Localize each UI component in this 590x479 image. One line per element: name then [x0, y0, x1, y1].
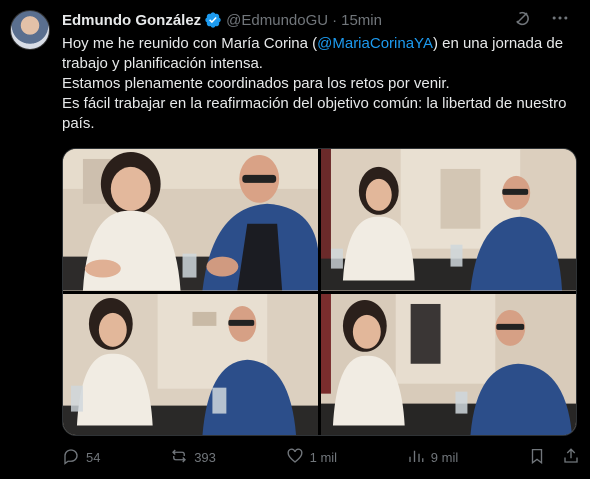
- tweet-line: Estamos plenamente coordinados para los …: [62, 75, 450, 92]
- tweet-text: Hoy me he reunido con María Corina (@Mar…: [62, 34, 574, 134]
- share-icon[interactable]: [562, 447, 580, 468]
- like-icon: [286, 447, 304, 468]
- repost-icon: [170, 447, 188, 468]
- author-handle[interactable]: @EdmundoGU: [226, 12, 328, 29]
- tweet[interactable]: Edmundo González @EdmundoGU · 15min Hoy …: [0, 0, 590, 479]
- like-button[interactable]: 1 mil: [286, 447, 337, 468]
- mention-link[interactable]: @MariaCorinaYA: [317, 35, 433, 52]
- separator-dot: ·: [332, 11, 338, 29]
- timestamp[interactable]: 15min: [341, 12, 382, 29]
- tweet-text-part: Hoy me he reunido con María Corina (: [62, 35, 318, 52]
- verified-badge-icon: [204, 11, 222, 29]
- photo-1[interactable]: [63, 149, 318, 291]
- reply-count: 54: [86, 450, 101, 465]
- tweet-header: Edmundo González @EdmundoGU · 15min: [62, 10, 574, 30]
- grok-icon[interactable]: [512, 8, 532, 32]
- photo-3[interactable]: [63, 293, 318, 435]
- views-count: 9 mil: [430, 450, 459, 465]
- author-name[interactable]: Edmundo González: [62, 12, 201, 29]
- views-icon: [407, 447, 425, 468]
- reply-icon: [62, 447, 80, 468]
- photo-4[interactable]: [321, 293, 576, 435]
- media-grid: [62, 148, 577, 436]
- like-count: 1 mil: [309, 450, 338, 465]
- views-button[interactable]: 9 mil: [407, 447, 458, 468]
- reply-button[interactable]: 54: [62, 447, 100, 468]
- repost-button[interactable]: 393: [170, 447, 216, 468]
- more-icon[interactable]: [550, 8, 570, 32]
- photo-2[interactable]: [321, 149, 576, 291]
- avatar[interactable]: [10, 10, 50, 50]
- tweet-line: Es fácil trabajar en la reafirmación del…: [62, 95, 567, 132]
- action-bar: 54 393 1 mil 9 mil: [62, 447, 580, 468]
- bookmark-icon[interactable]: [528, 447, 546, 468]
- repost-count: 393: [194, 450, 216, 465]
